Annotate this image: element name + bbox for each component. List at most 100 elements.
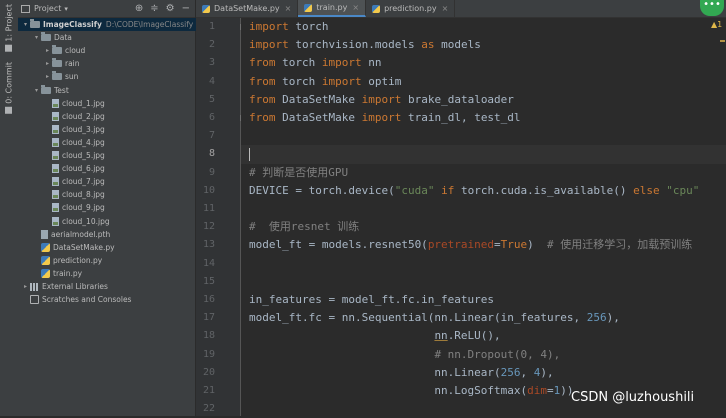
tree-item-label: cloud	[65, 46, 86, 56]
code-line-9: # 判断是否使用GPU	[249, 165, 349, 179]
python-file-icon	[41, 255, 50, 265]
tree-item-label: cloud_2.jpg	[62, 111, 105, 121]
code-line-2: import torchvision.models as models	[249, 38, 481, 52]
image-file-icon	[52, 151, 59, 160]
python-file-icon	[304, 3, 313, 12]
line-number: 9	[208, 166, 215, 178]
code-line-17: model_ft.fc = nn.Sequential(nn.Linear(in…	[249, 311, 620, 325]
tree-item-cloud-3-jpg[interactable]: cloud_3.jpg	[18, 123, 105, 136]
commit-tool-tab[interactable]: 0: Commit	[1, 62, 17, 114]
chevron-down-icon[interactable]: ▾	[64, 5, 68, 13]
tree-item-label: DataSetMake.py	[53, 242, 115, 252]
tab-label: prediction.py	[384, 4, 437, 13]
code-line-8	[249, 145, 250, 163]
tree-item-scratches-and-consoles[interactable]: Scratches and Consoles	[18, 293, 131, 306]
tree-item-label: rain	[65, 59, 80, 69]
tree-item-rain[interactable]: ▸ rain	[18, 57, 80, 70]
tree-item-cloud-9-jpg[interactable]: cloud_9.jpg	[18, 201, 105, 214]
line-number: 10	[202, 184, 215, 196]
image-file-icon	[52, 190, 59, 200]
tree-item-train-py[interactable]: train.py	[18, 267, 82, 280]
current-line-highlight	[241, 145, 726, 164]
tree-item-imageclassify[interactable]: ▾ ImageClassify D:\CODE\ImageClassify	[18, 18, 198, 31]
tree-item-cloud-1-jpg[interactable]: cloud_1.jpg	[18, 97, 105, 110]
code-line-1: import torch	[249, 20, 329, 33]
tree-item-label: cloud_4.jpg	[62, 137, 105, 147]
image-file-icon	[52, 177, 59, 187]
editor-tabs: DataSetMake.py × train.py × prediction.py ×	[196, 0, 726, 18]
image-file-icon	[52, 124, 59, 134]
tab-datasetmake-py[interactable]: DataSetMake.py ×	[196, 0, 299, 17]
chevron-right-icon[interactable]: ▸	[43, 60, 52, 67]
scratch-icon	[30, 295, 39, 305]
tree-item-cloud-7-jpg[interactable]: cloud_7.jpg	[18, 175, 105, 188]
tree-item-label: Test	[54, 85, 69, 95]
tree-item-cloud[interactable]: ▸ cloud	[18, 44, 85, 57]
tree-item-label: ImageClassify	[43, 20, 102, 29]
collapse-all-icon[interactable]: ≑	[150, 3, 158, 14]
tree-item-sun[interactable]: ▸ sun	[18, 70, 78, 83]
tree-item-label: cloud_10.jpg	[62, 216, 110, 226]
line-number: 14	[202, 257, 215, 269]
project-panel: Project ▾ ⊕ ≑ ⚙ − ▾ ImageClassify D:\CODE\…	[18, 0, 198, 416]
scrollbar-marker[interactable]	[720, 40, 725, 42]
tree-item-prediction-py[interactable]: prediction.py	[18, 254, 102, 267]
tree-item-label: cloud_9.jpg	[62, 203, 105, 213]
image-file-icon	[52, 98, 59, 108]
line-number: 3	[208, 57, 215, 69]
gear-icon[interactable]: ⚙	[166, 3, 175, 14]
tree-item-cloud-4-jpg[interactable]: cloud_4.jpg	[18, 136, 105, 149]
chevron-right-icon[interactable]: ▸	[21, 283, 30, 290]
folder-icon	[52, 71, 62, 81]
tree-item-cloud-10-jpg[interactable]: cloud_10.jpg	[18, 215, 110, 228]
code-line-16: in_features = model_ft.fc.in_features	[249, 293, 495, 306]
image-file-icon	[52, 137, 59, 147]
project-tool-tab[interactable]: 1: Project	[1, 4, 17, 52]
tree-item-datasetmake-py[interactable]: DataSetMake.py	[18, 241, 115, 254]
project-view-selector[interactable]: Project	[34, 4, 61, 13]
tree-item-cloud-5-jpg[interactable]: cloud_5.jpg	[18, 149, 105, 162]
tab-label: train.py	[316, 3, 348, 12]
tree-item-label: cloud_3.jpg	[62, 124, 105, 134]
folder-icon	[30, 19, 40, 28]
close-icon[interactable]: ×	[352, 3, 359, 12]
close-icon[interactable]: ×	[285, 4, 292, 13]
line-number: 5	[208, 93, 215, 105]
line-number: 22	[202, 403, 215, 415]
chevron-down-icon[interactable]: ▾	[32, 34, 41, 41]
tree-item-cloud-2-jpg[interactable]: cloud_2.jpg	[18, 110, 105, 123]
line-number: 17	[202, 312, 215, 324]
tool-window-strip: 1: Project 0: Commit	[0, 0, 19, 416]
more-options-button[interactable]: •••	[700, 0, 724, 16]
code-line-19: # nn.Dropout(0, 4),	[434, 347, 561, 361]
tree-item-cloud-8-jpg[interactable]: cloud_8.jpg	[18, 188, 105, 201]
locate-icon[interactable]: ⊕	[135, 3, 143, 14]
line-number: 16	[202, 294, 215, 305]
line-number-gutter: 1 2 3 4 5 6 7 8 9 10 11 12 13 14 15 16 17 18 19 20 21 22	[196, 18, 246, 416]
hide-icon[interactable]: −	[182, 3, 190, 14]
chevron-down-icon[interactable]: ▾	[21, 21, 30, 28]
inspection-warning-badge[interactable]: ▲1	[711, 20, 722, 29]
tree-item-test[interactable]: ▾ Test	[18, 84, 69, 97]
commit-icon	[5, 106, 13, 114]
code-line-13: model_ft = models.resnet50(pretrained=Tr…	[249, 238, 693, 252]
line-number: 11	[202, 203, 215, 214]
tab-train-py[interactable]: train.py ×	[298, 0, 367, 17]
line-number: 7	[208, 130, 215, 142]
close-icon[interactable]: ×	[442, 4, 449, 13]
tree-item-aerialmodel-pth[interactable]: aerialmodel.pth	[18, 228, 110, 241]
line-number: 13	[202, 239, 215, 251]
chevron-down-icon[interactable]: ▾	[32, 87, 41, 94]
line-number: 18	[202, 330, 215, 342]
code-line-20: nn.Linear(256, 4),	[249, 365, 554, 379]
tree-item-cloud-6-jpg[interactable]: cloud_6.jpg	[18, 162, 105, 175]
chevron-right-icon[interactable]: ▸	[43, 73, 52, 80]
text-caret	[249, 147, 250, 161]
tree-item-external-libraries[interactable]: ▸ External Libraries	[18, 280, 108, 293]
folder-icon	[41, 32, 51, 42]
project-view-icon	[21, 4, 30, 13]
tab-prediction-py[interactable]: prediction.py ×	[366, 0, 456, 17]
chevron-right-icon[interactable]: ▸	[43, 47, 52, 54]
code-editor[interactable]: import torch import torchvision.models a…	[241, 18, 726, 416]
tree-item-data[interactable]: ▾ Data	[18, 31, 72, 44]
